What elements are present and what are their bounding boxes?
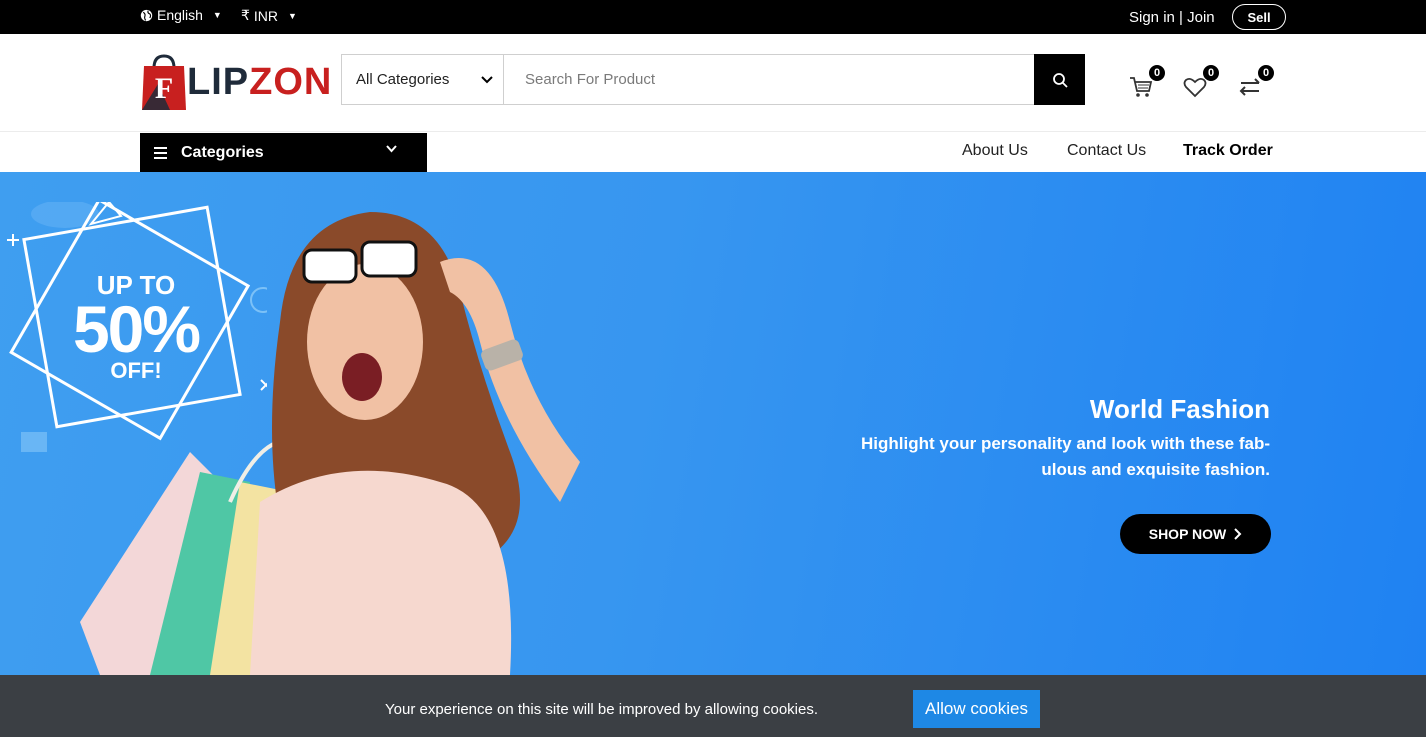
cookie-message: Your experience on this site will be imp… (385, 701, 819, 718)
search-input[interactable] (504, 55, 1034, 104)
chevron-down-icon: ▼ (212, 10, 222, 20)
compare-button[interactable]: 0 (1237, 64, 1275, 100)
brand-name-red: ZON (249, 61, 333, 103)
join-link[interactable]: Join (1187, 9, 1215, 26)
hero-banner: UP TO 50% OFF! World Fashion Highlight y… (0, 172, 1426, 675)
shopping-bag-logo-icon: F (142, 54, 186, 110)
hamburger-icon (154, 146, 167, 159)
cart-button[interactable]: 0 (1128, 64, 1166, 100)
cookie-banner: Your experience on this site will be imp… (0, 675, 1426, 737)
nav-about-us[interactable]: About Us (962, 142, 1028, 160)
cart-count-badge: 0 (1148, 64, 1166, 82)
currency-selector[interactable]: ₹ INR ▼ (241, 7, 297, 24)
wishlist-button[interactable]: 0 (1182, 64, 1220, 100)
shop-now-button[interactable]: SHOP NOW (1120, 514, 1271, 554)
chevron-down-icon: ▼ (288, 10, 297, 21)
search-icon (1052, 72, 1068, 88)
globe-icon (140, 9, 153, 21)
sign-in-link[interactable]: Sign in (1129, 9, 1175, 26)
categories-label: Categories (181, 143, 264, 161)
rupee-icon: ₹ (241, 7, 250, 23)
search-bar: All Categories (341, 54, 1085, 105)
language-selector[interactable]: English ▼ (140, 7, 222, 23)
allow-cookies-button[interactable]: Allow cookies (913, 690, 1040, 728)
wishlist-count-badge: 0 (1202, 64, 1220, 82)
main-nav: Categories About Us Contact Us Track Ord… (0, 132, 1426, 172)
brand-name-dark: LIP (187, 61, 250, 103)
category-select[interactable]: All Categories (342, 55, 504, 104)
search-button[interactable] (1034, 54, 1085, 105)
hero-subtitle: Highlight your personality and look with… (861, 434, 1270, 479)
categories-menu-button[interactable]: Categories (140, 133, 427, 172)
language-label: English (157, 7, 203, 23)
nav-track-order[interactable]: Track Order (1183, 142, 1273, 160)
hero-title: World Fashion (1089, 394, 1270, 424)
shop-now-label: SHOP NOW (1148, 526, 1227, 542)
account-links: Sign in | Join (1129, 9, 1215, 26)
logo-letter: F (155, 72, 173, 105)
chevron-down-icon (386, 145, 397, 153)
currency-label: INR (253, 7, 279, 24)
nav-contact-us[interactable]: Contact Us (1067, 142, 1146, 160)
category-select-value: All Categories (356, 71, 450, 88)
chevron-right-icon (1234, 528, 1242, 540)
site-header: F LIPZON All Categories 0 0 0 (0, 34, 1426, 132)
brand-name[interactable]: LIPZON (187, 61, 332, 104)
hero-model-image (80, 212, 580, 675)
link-separator: | (1179, 9, 1183, 26)
chevron-down-icon (481, 75, 493, 83)
top-bar: English ▼ ₹ INR ▼ Sign in | Join Sell (0, 0, 1426, 34)
compare-count-badge: 0 (1257, 64, 1275, 82)
sell-button[interactable]: Sell (1232, 4, 1286, 30)
